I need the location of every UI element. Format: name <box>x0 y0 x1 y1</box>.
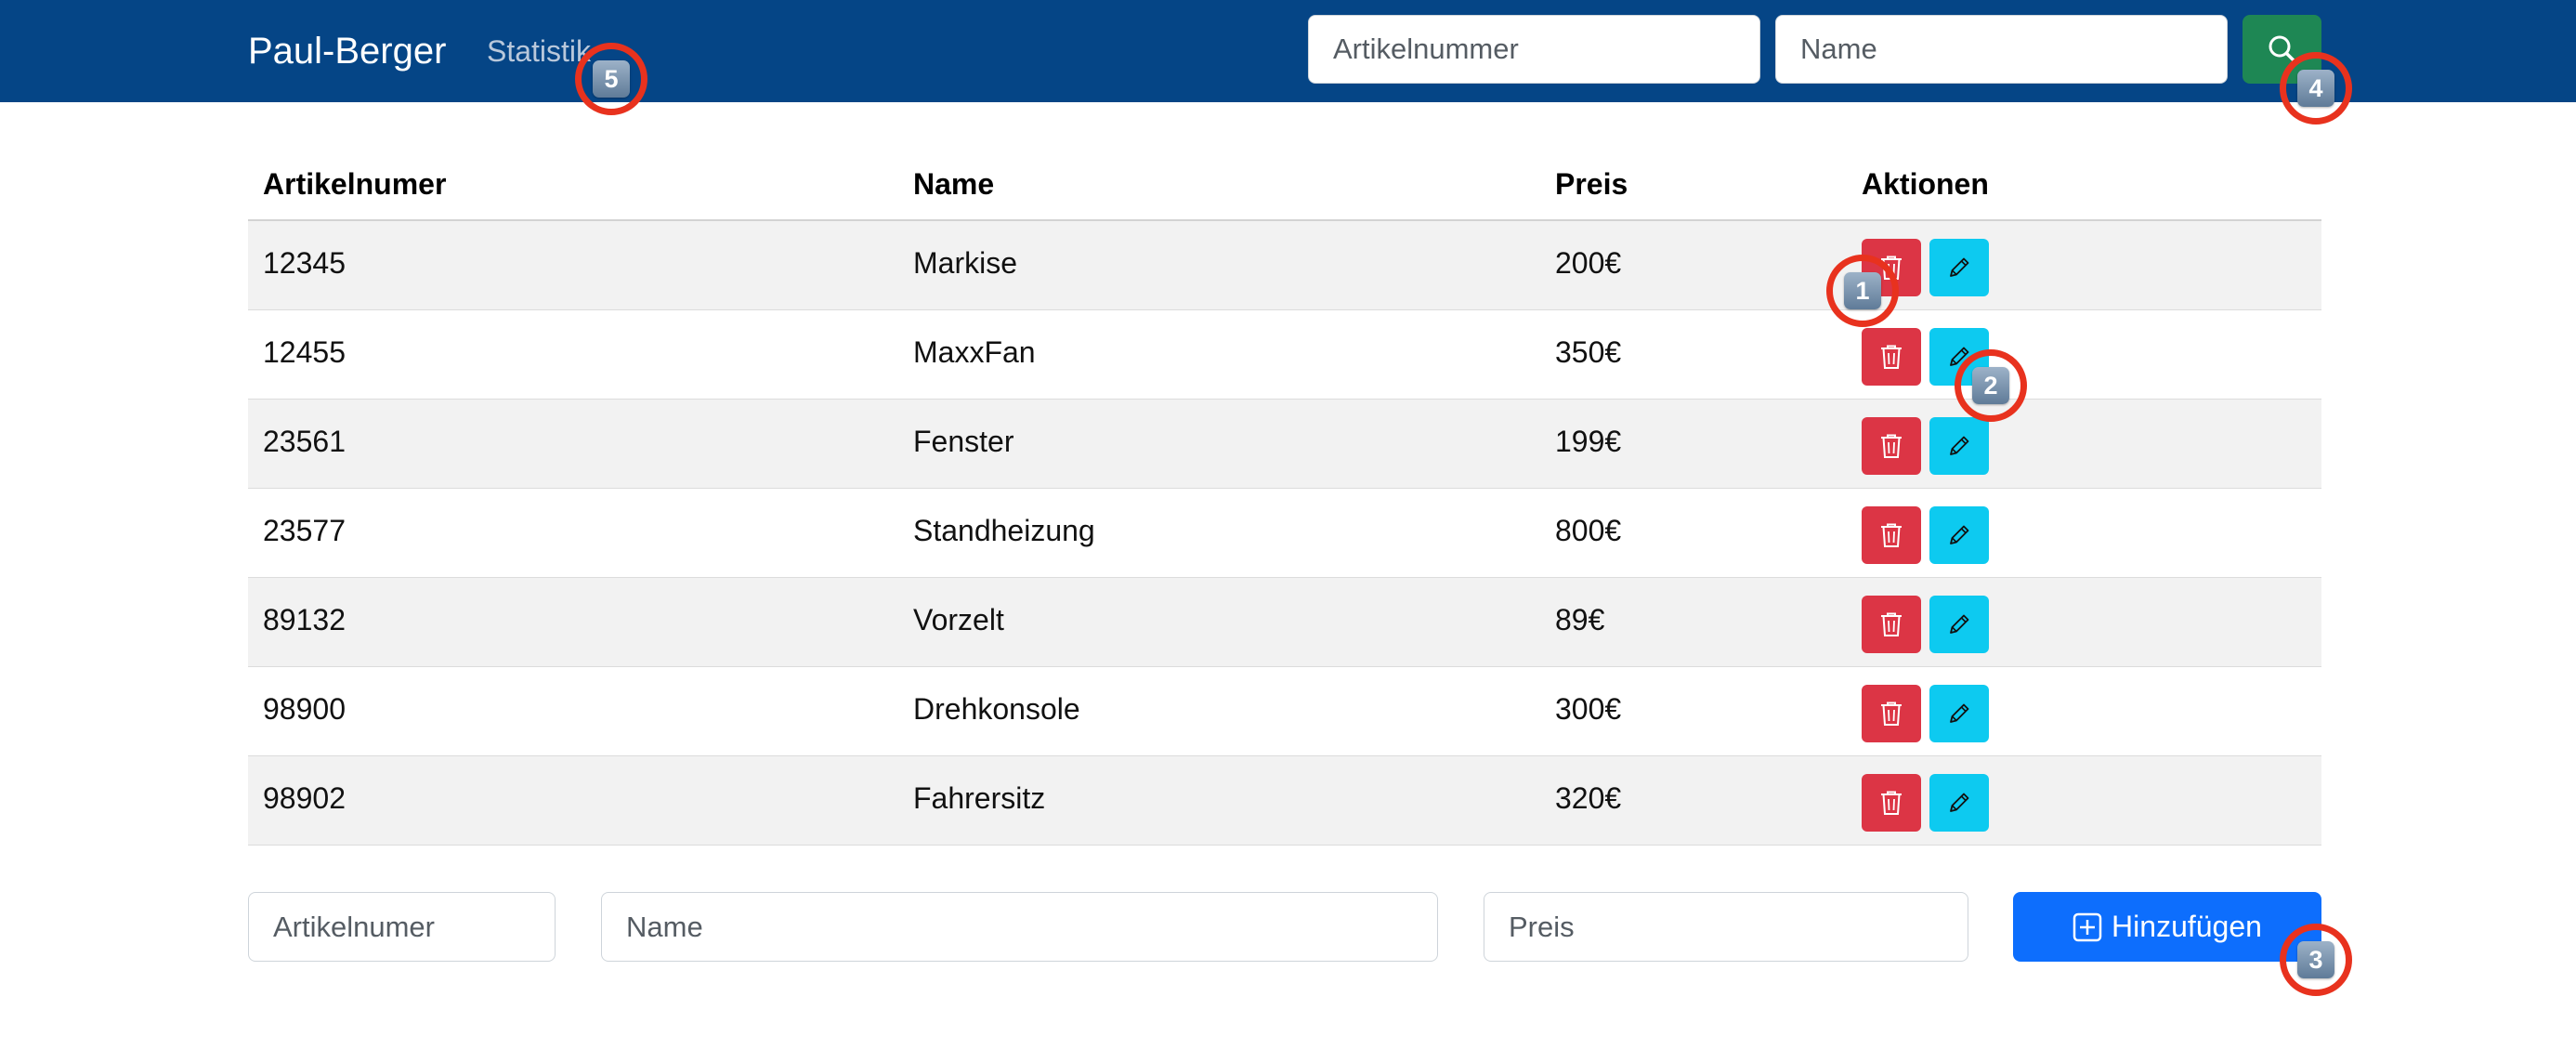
cell-artikelnummer: 12455 <box>263 335 346 369</box>
edit-button[interactable] <box>1929 417 1989 475</box>
table-row: 23577 Standheizung 800€ <box>248 489 2321 578</box>
edit-button[interactable] <box>1929 506 1989 564</box>
pencil-icon <box>1950 257 1969 277</box>
trash-icon <box>1881 791 1902 815</box>
articles-table: Artikelnumer Name Preis Aktionen 12345 Ma… <box>248 145 2321 846</box>
row-actions <box>1862 506 1989 564</box>
trash-icon <box>1881 434 1902 458</box>
cell-artikelnummer: 12345 <box>263 246 346 280</box>
add-artikelnummer-input[interactable] <box>248 892 556 962</box>
annotation-marker-4: 4 <box>2280 52 2352 125</box>
header-preis: Preis <box>1555 167 1628 201</box>
cell-artikelnummer: 98902 <box>263 781 346 815</box>
header-artikelnummer: Artikelnumer <box>263 167 447 201</box>
table-row: 89132 Vorzelt 89€ <box>248 578 2321 667</box>
header-name: Name <box>913 167 995 201</box>
add-name-input[interactable] <box>601 892 1438 962</box>
delete-button[interactable] <box>1862 685 1921 742</box>
delete-button[interactable] <box>1862 328 1921 386</box>
nav-link-statistik[interactable]: Statistik <box>487 30 591 72</box>
annotation-badge-3: 3 <box>2297 941 2334 978</box>
delete-button[interactable] <box>1862 417 1921 475</box>
row-actions <box>1862 596 1989 653</box>
search-name-input[interactable] <box>1775 15 2228 84</box>
cell-name: Drehkonsole <box>913 692 1080 726</box>
cell-name: Standheizung <box>913 514 1095 547</box>
pencil-icon <box>1950 436 1969 455</box>
table-header: Artikelnumer Name Preis Aktionen <box>248 145 2321 221</box>
annotation-marker-2: 2 <box>1955 349 2027 422</box>
cell-name: Vorzelt <box>913 603 1004 636</box>
annotation-marker-3: 3 <box>2280 924 2352 996</box>
table-body: 12345 Markise 200€ 12455 MaxxFan 350€ 23561 Fen… <box>248 221 2321 846</box>
annotation-badge-2: 2 <box>1972 367 2009 404</box>
navbar: Paul-Berger Statistik <box>0 0 2576 102</box>
plus-square-icon <box>2073 912 2102 941</box>
cell-preis: 300€ <box>1555 692 1622 726</box>
table-row: 98902 Fahrersitz 320€ <box>248 756 2321 846</box>
cell-name: Fenster <box>913 425 1014 458</box>
cell-name: Markise <box>913 246 1018 280</box>
cell-preis: 200€ <box>1555 246 1622 280</box>
annotation-marker-1: 1 <box>1826 255 1899 327</box>
delete-button[interactable] <box>1862 596 1921 653</box>
edit-button[interactable] <box>1929 774 1989 832</box>
cell-artikelnummer: 98900 <box>263 692 346 726</box>
edit-button[interactable] <box>1929 685 1989 742</box>
cell-preis: 320€ <box>1555 781 1622 815</box>
annotation-badge-4: 4 <box>2297 70 2334 107</box>
annotation-badge-1: 1 <box>1844 272 1881 309</box>
delete-button[interactable] <box>1862 774 1921 832</box>
cell-name: MaxxFan <box>913 335 1036 369</box>
header-aktionen: Aktionen <box>1862 167 1989 201</box>
pencil-icon <box>1950 793 1969 812</box>
edit-button[interactable] <box>1929 239 1989 296</box>
table-row: 98900 Drehkonsole 300€ <box>248 667 2321 756</box>
trash-icon <box>1881 702 1902 726</box>
search-artikelnummer-input[interactable] <box>1308 15 1760 84</box>
cell-preis: 89€ <box>1555 603 1605 636</box>
cell-artikelnummer: 89132 <box>263 603 346 636</box>
pencil-icon <box>1950 614 1969 634</box>
pencil-icon <box>1950 525 1969 544</box>
cell-artikelnummer: 23561 <box>263 425 346 458</box>
trash-icon <box>1881 612 1902 636</box>
trash-icon <box>1881 345 1902 369</box>
cell-artikelnummer: 23577 <box>263 514 346 547</box>
edit-button[interactable] <box>1929 596 1989 653</box>
cell-preis: 350€ <box>1555 335 1622 369</box>
pencil-icon <box>1950 703 1969 723</box>
annotation-marker-5: 5 <box>575 43 647 115</box>
annotation-badge-5: 5 <box>593 60 630 98</box>
cell-name: Fahrersitz <box>913 781 1046 815</box>
add-button[interactable]: Hinzufügen <box>2013 892 2321 962</box>
row-actions <box>1862 685 1989 742</box>
table-row: 12345 Markise 200€ <box>248 221 2321 310</box>
delete-button[interactable] <box>1862 506 1921 564</box>
trash-icon <box>1881 523 1902 547</box>
row-actions <box>1862 417 1989 475</box>
add-preis-input[interactable] <box>1484 892 1968 962</box>
row-actions <box>1862 774 1989 832</box>
cell-preis: 800€ <box>1555 514 1622 547</box>
cell-preis: 199€ <box>1555 425 1622 458</box>
add-button-label: Hinzufügen <box>2112 910 2262 943</box>
brand[interactable]: Paul-Berger <box>248 28 446 74</box>
